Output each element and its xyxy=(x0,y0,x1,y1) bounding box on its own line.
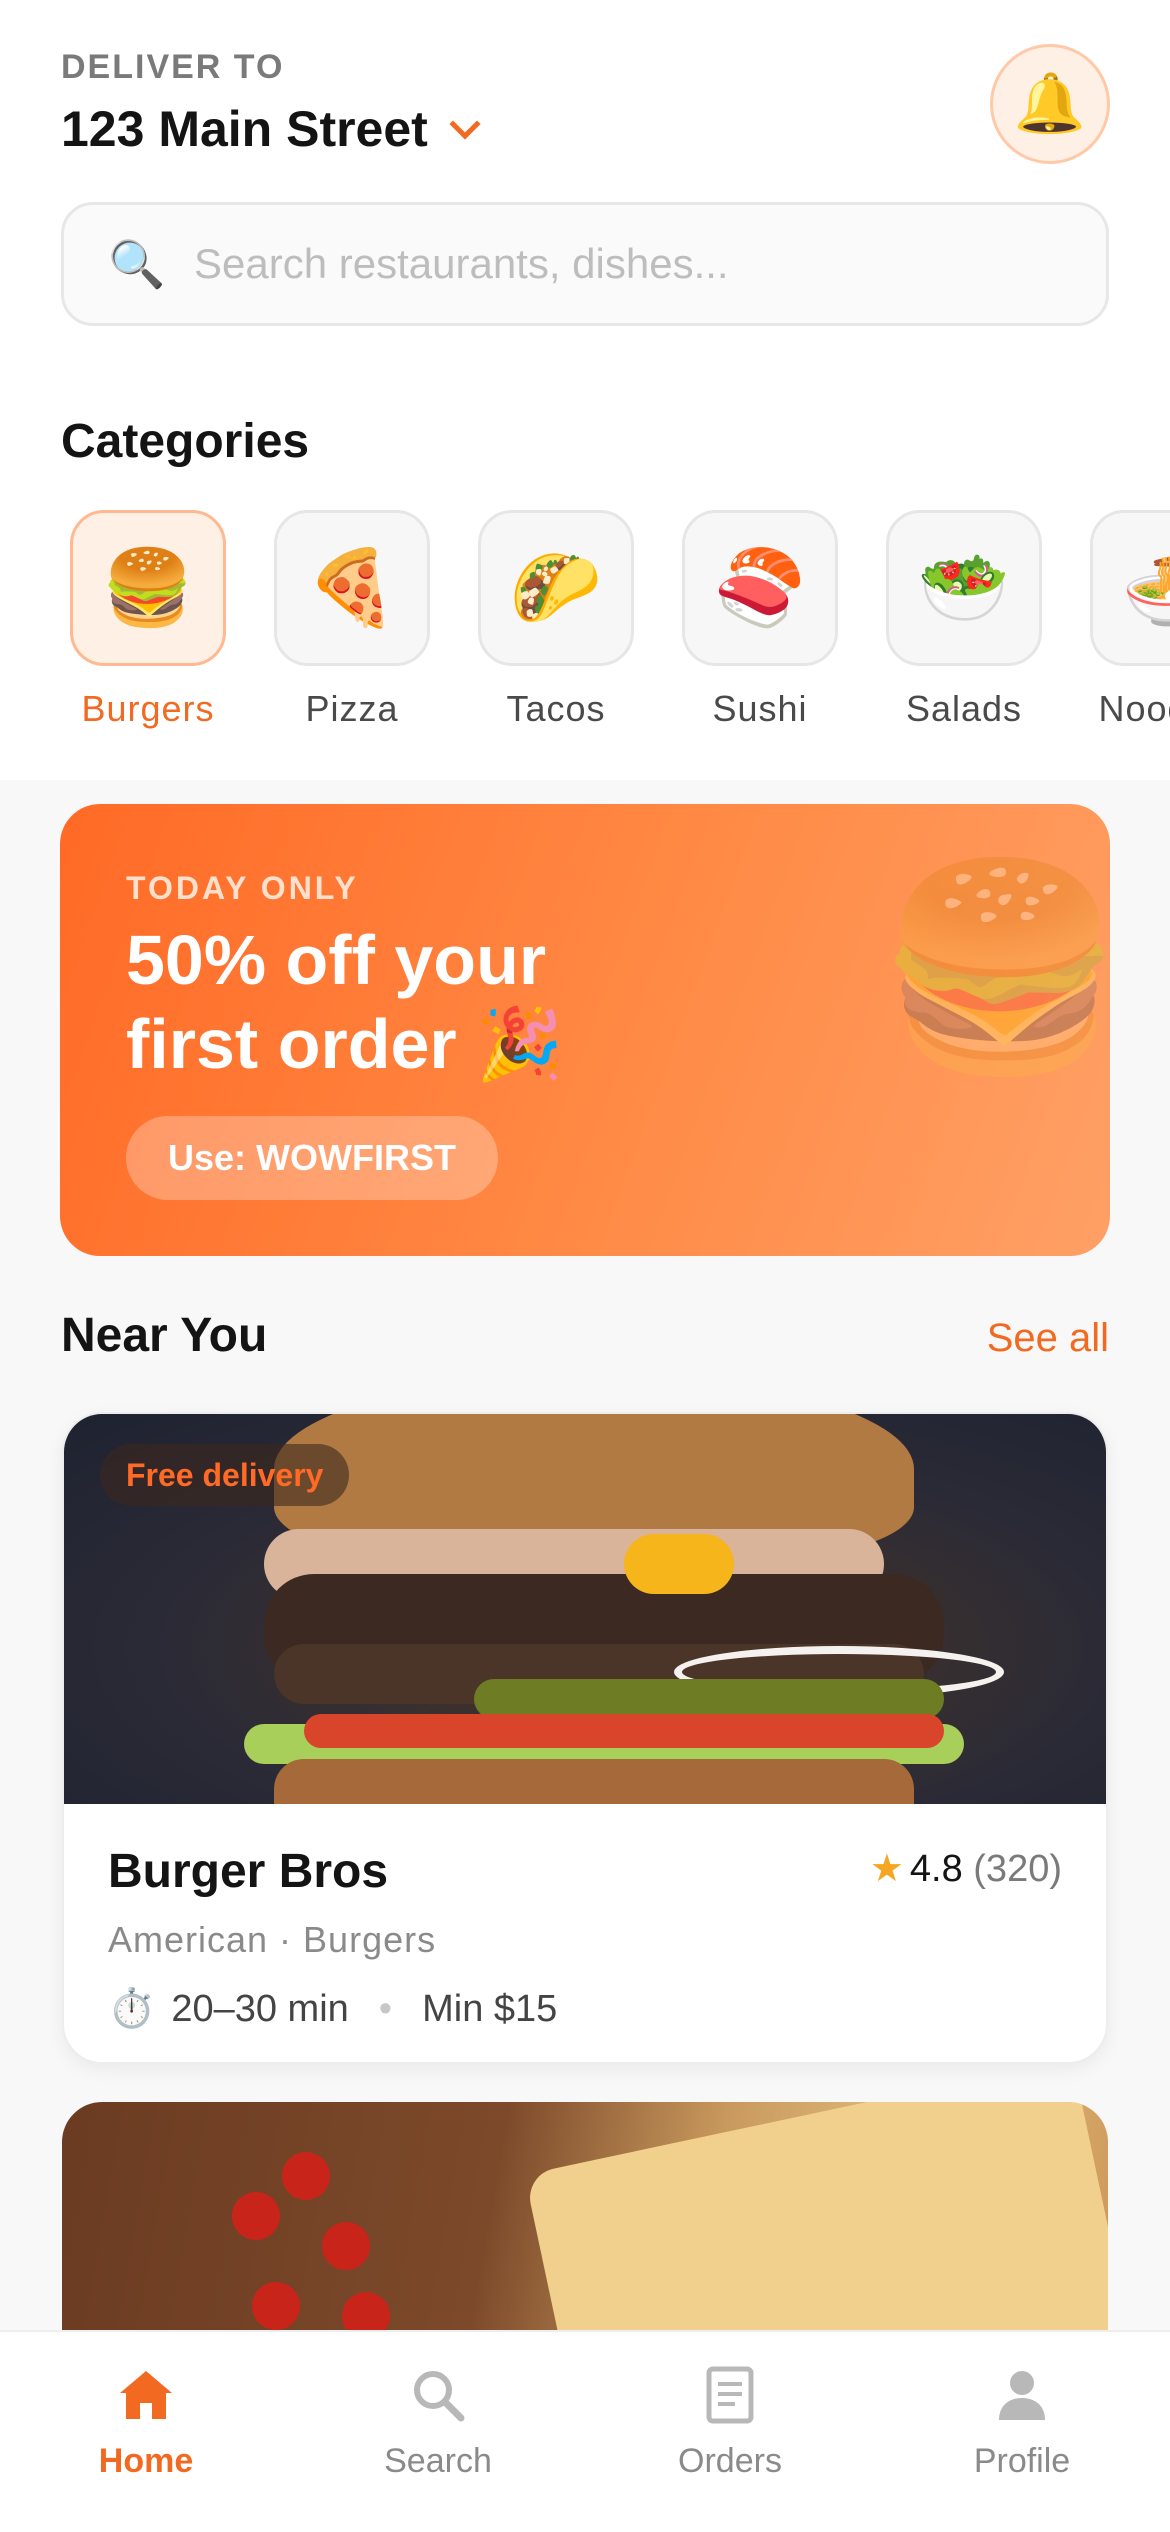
tab-label: Profile xyxy=(973,2442,1071,2480)
header-section: DELIVER TO 123 Main Street 🔔 🔍 Categorie… xyxy=(0,0,1170,780)
category-salads[interactable]: 🥗 Salads xyxy=(884,510,1044,730)
free-delivery-badge: Free delivery xyxy=(100,1444,350,1506)
restaurant-card[interactable]: Free delivery Burger Bros ★ 4.8 (320) Ame… xyxy=(62,1412,1108,2064)
categories-title: Categories xyxy=(61,415,310,468)
category-list[interactable]: 🍔 Burgers 🍕 Pizza 🌮 Tacos 🍣 Sushi 🥗 Sala… xyxy=(68,510,1170,740)
receipt-icon xyxy=(630,2362,830,2428)
deliver-to-label: DELIVER TO xyxy=(61,48,285,86)
near-you-title: Near You xyxy=(61,1309,268,1362)
taco-icon: 🌮 xyxy=(478,510,634,666)
promo-banner[interactable]: TODAY ONLY 50% off your first order 🎉 Us… xyxy=(60,804,1110,1256)
person-icon xyxy=(922,2362,1122,2428)
category-noodles[interactable]: 🍜 Noodles xyxy=(1088,510,1170,730)
bottom-tab-bar: Home Search Orders Profile xyxy=(0,2330,1170,2532)
category-label: Sushi xyxy=(712,688,808,729)
address-selector[interactable]: 123 Main Street xyxy=(61,100,481,158)
search-input[interactable] xyxy=(194,240,1074,288)
noodles-icon: 🍜 xyxy=(1090,510,1170,666)
search-bar[interactable]: 🔍 xyxy=(61,202,1109,326)
review-count: (320) xyxy=(973,1848,1062,1890)
separator-dot: • xyxy=(378,1987,393,2030)
restaurant-cuisine: American · Burgers xyxy=(108,1919,437,1960)
restaurant-image: Free delivery xyxy=(64,1414,1106,1804)
tab-home[interactable]: Home xyxy=(46,2362,246,2481)
category-label: Tacos xyxy=(506,688,606,729)
burger-icon: 🍔 xyxy=(876,856,1110,1079)
tab-label: Search xyxy=(384,2442,492,2480)
promo-code-button[interactable]: Use: WOWFIRST xyxy=(126,1116,498,1200)
bell-icon: 🔔 xyxy=(1013,71,1087,136)
sushi-icon: 🍣 xyxy=(682,510,838,666)
category-label: Pizza xyxy=(305,688,399,729)
address-text: 123 Main Street xyxy=(61,101,428,157)
category-pizza[interactable]: 🍕 Pizza xyxy=(272,510,432,730)
category-label: Noodles xyxy=(1098,688,1170,729)
minimum-order: Min $15 xyxy=(422,1987,558,2030)
category-sushi[interactable]: 🍣 Sushi xyxy=(680,510,840,730)
category-label: Burgers xyxy=(81,688,215,729)
tab-search[interactable]: Search xyxy=(338,2362,538,2481)
chevron-down-icon xyxy=(449,108,481,140)
tab-profile[interactable]: Profile xyxy=(922,2362,1122,2481)
tab-orders[interactable]: Orders xyxy=(630,2362,830,2481)
delivery-time: 20–30 min xyxy=(171,1987,349,2030)
rating-value: 4.8 xyxy=(909,1848,963,1890)
promo-kicker: TODAY ONLY xyxy=(126,870,359,906)
restaurant-rating: ★ 4.8 (320) xyxy=(870,1846,1062,1891)
burger-icon: 🍔 xyxy=(70,510,226,666)
tab-label: Home xyxy=(98,2442,194,2480)
see-all-link[interactable]: See all xyxy=(987,1316,1109,1361)
notifications-button[interactable]: 🔔 xyxy=(990,44,1110,164)
search-icon: 🔍 xyxy=(108,237,166,290)
category-label: Salads xyxy=(905,688,1023,729)
pizza-icon: 🍕 xyxy=(274,510,430,666)
tomatoes-image xyxy=(212,2132,412,2340)
search-icon xyxy=(338,2362,538,2428)
category-burgers[interactable]: 🍔 Burgers xyxy=(68,510,228,730)
restaurant-meta: ⏱️ 20–30 min • Min $15 xyxy=(108,1987,1062,2031)
timer-icon: ⏱️ xyxy=(108,1988,156,2030)
home-icon xyxy=(46,2362,246,2428)
star-icon: ★ xyxy=(869,1848,904,1890)
category-tacos[interactable]: 🌮 Tacos xyxy=(476,510,636,730)
salad-icon: 🥗 xyxy=(886,510,1042,666)
promo-title: 50% off your first order 🎉 xyxy=(126,921,564,1083)
tab-label: Orders xyxy=(678,2442,782,2480)
